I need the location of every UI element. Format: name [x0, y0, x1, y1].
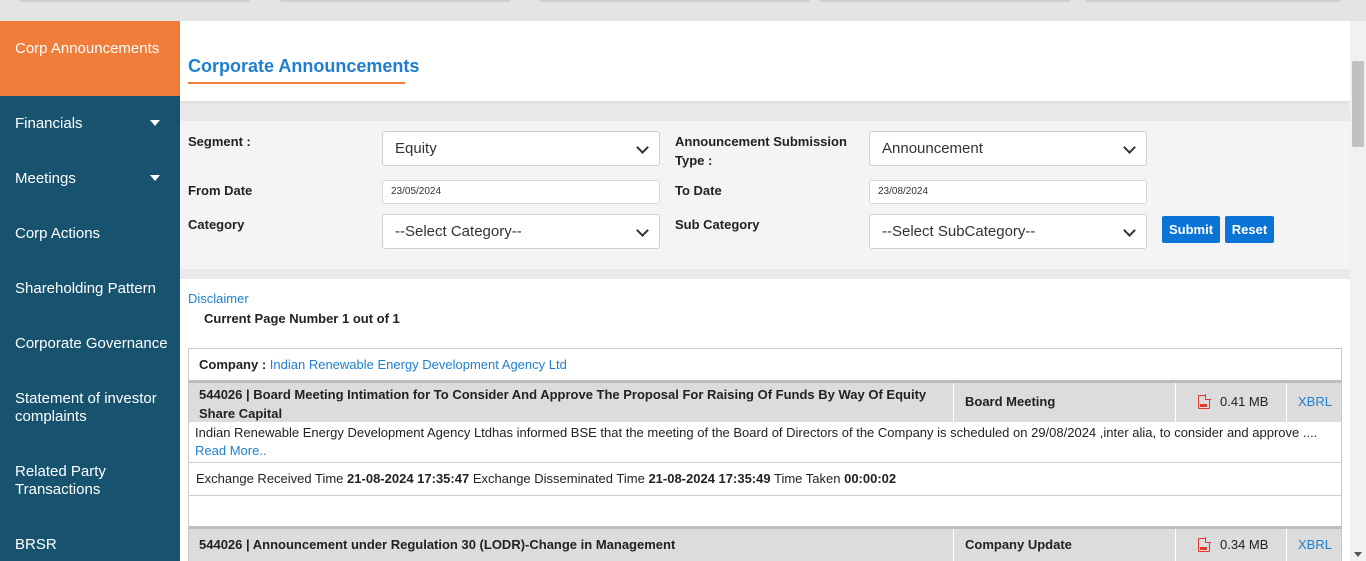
received-label: Exchange Received Time [196, 471, 344, 486]
sidebar-item-brsr[interactable]: BRSR [0, 536, 180, 554]
top-strip [0, 0, 1366, 21]
chevron-down-icon [636, 224, 649, 237]
scroll-down-arrow-icon[interactable] [1354, 552, 1362, 557]
caret-down-icon [150, 120, 160, 126]
caret-down-icon [150, 175, 160, 181]
pdf-icon[interactable] [1198, 394, 1211, 409]
disclaimer-link[interactable]: Disclaimer [188, 291, 249, 306]
attachment-size: 0.34 MB [1220, 537, 1269, 552]
divider [189, 495, 1341, 496]
announcement-category: Company Update [953, 529, 1175, 561]
subcategory-select[interactable]: --Select SubCategory-- [869, 214, 1147, 249]
top-tab [1085, 0, 1340, 2]
announcement-times: Exchange Received Time 21-08-2024 17:35:… [196, 471, 896, 486]
attachment-cell[interactable]: 0.41 MB [1175, 383, 1286, 422]
title-underline [188, 82, 405, 84]
pdf-icon[interactable] [1198, 537, 1211, 552]
xbrl-link[interactable]: XBRL [1286, 383, 1341, 422]
title-panel: Corporate Announcements [180, 21, 1350, 101]
xbrl-link[interactable]: XBRL [1286, 529, 1341, 561]
sidebar-item-label: Meetings [15, 170, 76, 187]
page-title: Corporate Announcements [188, 56, 420, 76]
segment-label: Segment : [188, 134, 251, 149]
top-tab [820, 0, 1070, 2]
announcement-table: Company : Indian Renewable Energy Develo… [188, 348, 1342, 561]
announcement-header-row: 544026 | Announcement under Regulation 3… [189, 526, 1341, 561]
subcategory-label: Sub Category [675, 217, 760, 232]
to-date-input[interactable]: 23/08/2024 [869, 180, 1147, 204]
sidebar-item-label: BRSR [15, 536, 57, 553]
company-row: Company : Indian Renewable Energy Develo… [189, 349, 1341, 380]
chevron-down-icon [1123, 224, 1136, 237]
top-tab [280, 0, 510, 2]
sidebar-item-corporate-governance[interactable]: Corporate Governance [0, 335, 180, 353]
reset-button[interactable]: Reset [1225, 216, 1274, 243]
time-taken-value: 00:00:02 [844, 471, 897, 486]
sidebar-item-label: Related Party Transactions [15, 463, 106, 498]
disseminated-time: 21-08-2024 17:35:49 [648, 471, 771, 486]
sidebar: Corp Announcements Financials Meetings C… [0, 21, 180, 561]
time-taken-label: Time Taken [773, 471, 841, 486]
sidebar-item-label: Corp Actions [15, 225, 101, 242]
segment-value: Equity [395, 140, 437, 157]
page-scrollbar[interactable] [1350, 21, 1366, 561]
company-name-link[interactable]: Indian Renewable Energy Development Agen… [270, 357, 567, 372]
submission-type-select[interactable]: Announcement [869, 131, 1147, 166]
announcement-list: Disclaimer Current Page Number 1 out of … [180, 279, 1350, 561]
sidebar-item-shareholding-pattern[interactable]: Shareholding Pattern [0, 280, 180, 298]
sidebar-item-financials[interactable]: Financials [0, 115, 180, 133]
sidebar-item-corp-actions[interactable]: Corp Actions [0, 225, 180, 243]
submission-type-value: Announcement [882, 140, 983, 157]
company-label: Company : [199, 357, 267, 372]
main-content: Corporate Announcements Segment : Equity… [180, 21, 1350, 561]
sidebar-item-label: Statement of investor complaints [15, 390, 157, 425]
divider [189, 462, 1341, 463]
submission-type-label: Announcement Submission Type : [675, 134, 847, 168]
category-value: --Select Category-- [395, 223, 522, 240]
filter-form: Segment : Equity Announcement Submission… [180, 121, 1350, 269]
announcement-header-row: 544026 | Board Meeting Intimation for To… [189, 380, 1341, 422]
subcategory-value: --Select SubCategory-- [882, 223, 1036, 240]
from-date-input[interactable]: 23/05/2024 [382, 180, 660, 204]
announcement-summary: Indian Renewable Energy Development Agen… [195, 425, 1318, 440]
attachment-size: 0.41 MB [1220, 394, 1269, 409]
disseminated-label: Exchange Disseminated Time [472, 471, 645, 486]
sidebar-item-meetings[interactable]: Meetings [0, 170, 180, 188]
top-tab [540, 0, 810, 2]
sidebar-item-label: Shareholding Pattern [15, 280, 156, 297]
to-date-label: To Date [675, 183, 722, 198]
scrollbar-thumb[interactable] [1352, 61, 1364, 147]
sidebar-item-related-party-transactions[interactable]: Related Party Transactions [0, 463, 130, 499]
top-tab [20, 0, 250, 2]
segment-select[interactable]: Equity [382, 131, 660, 166]
sidebar-item-label: Corporate Governance [15, 335, 168, 352]
announcement-subject[interactable]: 544026 | Board Meeting Intimation for To… [199, 385, 939, 423]
announcement-body: Indian Renewable Energy Development Agen… [189, 424, 1341, 460]
announcement-category: Board Meeting [953, 383, 1175, 422]
read-more-link[interactable]: Read More.. [195, 443, 267, 458]
chevron-down-icon [1123, 141, 1136, 154]
from-date-label: From Date [188, 183, 253, 198]
category-label: Category [188, 217, 245, 232]
submit-button[interactable]: Submit [1162, 216, 1220, 243]
received-time: 21-08-2024 17:35:47 [347, 471, 470, 486]
sidebar-item-investor-complaints[interactable]: Statement of investor complaints [0, 390, 170, 426]
attachment-cell[interactable]: 0.34 MB [1175, 529, 1286, 561]
page-info: Current Page Number 1 out of 1 [204, 311, 400, 326]
sidebar-item-corp-announcements[interactable]: Corp Announcements [0, 21, 180, 96]
chevron-down-icon [636, 141, 649, 154]
category-select[interactable]: --Select Category-- [382, 214, 660, 249]
announcement-subject[interactable]: 544026 | Announcement under Regulation 3… [199, 535, 939, 554]
sidebar-item-label: Financials [15, 115, 83, 132]
